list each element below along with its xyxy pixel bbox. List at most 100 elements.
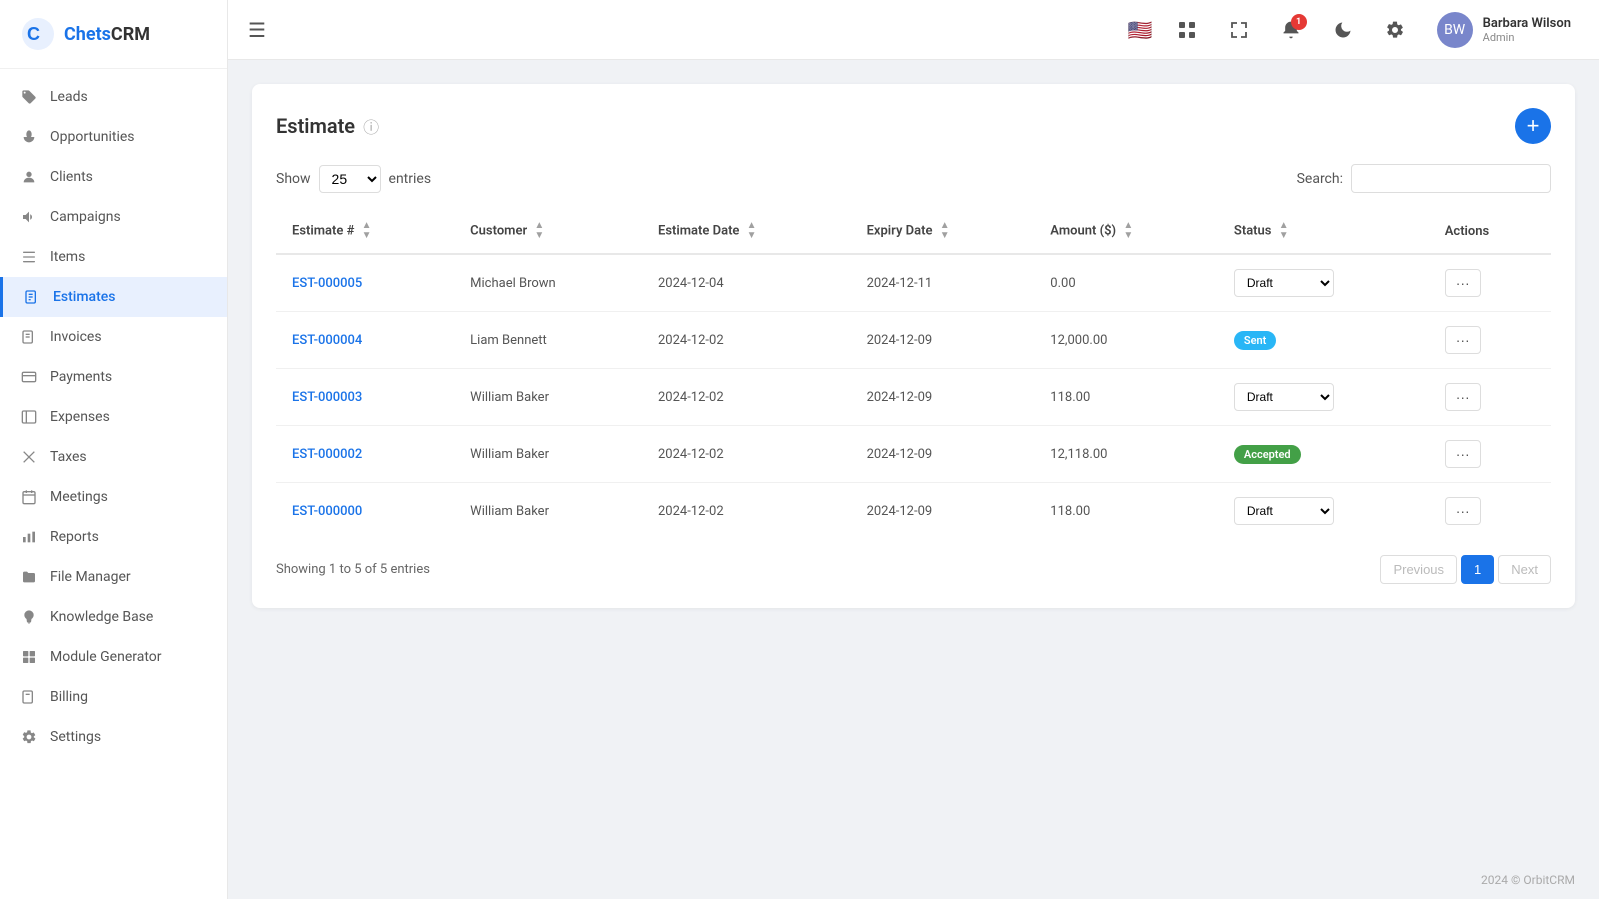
fullscreen-icon[interactable]	[1221, 12, 1257, 48]
sidebar-item-settings[interactable]: Settings	[0, 717, 227, 757]
expiry-date-cell: 2024-12-09	[851, 369, 1035, 426]
settings-icon[interactable]	[1377, 12, 1413, 48]
sidebar-item-reports[interactable]: Reports	[0, 517, 227, 557]
table-controls: Show 102550100 entries Search:	[276, 164, 1551, 193]
page-1-button[interactable]: 1	[1461, 555, 1494, 584]
person-icon	[20, 168, 38, 186]
expenses-icon	[20, 408, 38, 426]
entries-select[interactable]: 102550100	[319, 165, 381, 193]
language-flag[interactable]: 🇺🇸	[1128, 18, 1153, 42]
sidebar-item-billing[interactable]: Billing	[0, 677, 227, 717]
amount-cell: 12,000.00	[1034, 312, 1218, 369]
col-estimate_num[interactable]: Estimate # ▲▼	[276, 209, 454, 254]
col-customer[interactable]: Customer ▲▼	[454, 209, 642, 254]
sidebar-item-label: Leads	[50, 89, 88, 105]
footer: 2024 © OrbitCRM	[228, 861, 1599, 899]
col-expiry_date[interactable]: Expiry Date ▲▼	[851, 209, 1035, 254]
main-area: ☰ 🇺🇸 1 BW Barbara Wilson	[228, 0, 1599, 899]
hamburger-menu[interactable]: ☰	[248, 18, 266, 42]
sidebar-item-label: Reports	[50, 529, 99, 545]
page-header: Estimate ⓘ +	[276, 108, 1551, 144]
table-row: EST-000002William Baker2024-12-022024-12…	[276, 426, 1551, 483]
action-button[interactable]: ···	[1445, 326, 1481, 354]
customer-cell: William Baker	[454, 483, 642, 540]
sidebar-item-knowledge-base[interactable]: Knowledge Base	[0, 597, 227, 637]
status-cell[interactable]: DraftSentAccepted	[1218, 254, 1429, 312]
sidebar-item-label: Expenses	[50, 409, 110, 425]
add-estimate-button[interactable]: +	[1515, 108, 1551, 144]
status-cell: Accepted	[1218, 426, 1429, 483]
estimate-link[interactable]: EST-000004	[292, 333, 362, 348]
action-button[interactable]: ···	[1445, 440, 1481, 468]
status-cell[interactable]: DraftSentAccepted	[1218, 369, 1429, 426]
col-status[interactable]: Status ▲▼	[1218, 209, 1429, 254]
info-icon[interactable]: ⓘ	[363, 114, 379, 138]
status-cell[interactable]: DraftSentAccepted	[1218, 483, 1429, 540]
sidebar-item-payments[interactable]: Payments	[0, 357, 227, 397]
sidebar-item-label: Opportunities	[50, 129, 135, 145]
estimate-link[interactable]: EST-000000	[292, 504, 362, 519]
apps-icon[interactable]	[1169, 12, 1205, 48]
expiry-date-cell: 2024-12-11	[851, 254, 1035, 312]
table-header: Estimate # ▲▼Customer ▲▼Estimate Date ▲▼…	[276, 209, 1551, 254]
customer-cell: Liam Bennett	[454, 312, 642, 369]
status-select[interactable]: DraftSentAccepted	[1234, 497, 1334, 525]
sidebar-item-module-generator[interactable]: Module Generator	[0, 637, 227, 677]
sidebar-item-estimates[interactable]: Estimates	[0, 277, 227, 317]
tag-icon	[20, 88, 38, 106]
estimates-table: Estimate # ▲▼Customer ▲▼Estimate Date ▲▼…	[276, 209, 1551, 539]
pagination-row: Showing 1 to 5 of 5 entries Previous 1 N…	[276, 555, 1551, 584]
col-amount[interactable]: Amount ($) ▲▼	[1034, 209, 1218, 254]
sort-icon: ▲▼	[940, 221, 950, 241]
sidebar-item-label: File Manager	[50, 569, 131, 585]
action-button[interactable]: ···	[1445, 497, 1481, 525]
status-select[interactable]: DraftSentAccepted	[1234, 269, 1334, 297]
invoices-icon	[20, 328, 38, 346]
logo[interactable]: C ChetsCRM	[0, 0, 227, 69]
status-badge: Sent	[1234, 331, 1276, 350]
estimate-link[interactable]: EST-000003	[292, 390, 362, 405]
sidebar-item-label: Knowledge Base	[50, 609, 153, 625]
taxes-icon	[20, 448, 38, 466]
search-area: Search:	[1297, 164, 1551, 193]
actions-cell: ···	[1429, 312, 1551, 369]
estimate-link[interactable]: EST-000005	[292, 276, 362, 291]
meetings-icon	[20, 488, 38, 506]
sidebar-item-invoices[interactable]: Invoices	[0, 317, 227, 357]
previous-button[interactable]: Previous	[1380, 555, 1457, 584]
sidebar-item-campaigns[interactable]: Campaigns	[0, 197, 227, 237]
sidebar-item-leads[interactable]: Leads	[0, 77, 227, 117]
sidebar-item-taxes[interactable]: Taxes	[0, 437, 227, 477]
sidebar-item-expenses[interactable]: Expenses	[0, 397, 227, 437]
sidebar-item-label: Module Generator	[50, 649, 162, 665]
sidebar-item-file-manager[interactable]: File Manager	[0, 557, 227, 597]
actions-cell: ···	[1429, 426, 1551, 483]
svg-text:C: C	[27, 24, 40, 44]
sidebar-item-items[interactable]: Items	[0, 237, 227, 277]
search-input[interactable]	[1351, 164, 1551, 193]
action-button[interactable]: ···	[1445, 269, 1481, 297]
status-select[interactable]: DraftSentAccepted	[1234, 383, 1334, 411]
actions-cell: ···	[1429, 254, 1551, 312]
status-cell: Sent	[1218, 312, 1429, 369]
sidebar-item-meetings[interactable]: Meetings	[0, 477, 227, 517]
sidebar-item-label: Payments	[50, 369, 112, 385]
user-profile[interactable]: BW Barbara Wilson Admin	[1429, 8, 1579, 52]
estimate-link[interactable]: EST-000002	[292, 447, 362, 462]
estimate-date-cell: 2024-12-02	[642, 312, 851, 369]
sidebar: C ChetsCRM Leads Opportunities Clients C…	[0, 0, 228, 899]
col-estimate_date[interactable]: Estimate Date ▲▼	[642, 209, 851, 254]
sidebar-item-clients[interactable]: Clients	[0, 157, 227, 197]
action-button[interactable]: ···	[1445, 383, 1481, 411]
show-entries: Show 102550100 entries	[276, 165, 431, 193]
sidebar-item-label: Clients	[50, 169, 93, 185]
notifications-icon[interactable]: 1	[1273, 12, 1309, 48]
expiry-date-cell: 2024-12-09	[851, 426, 1035, 483]
estimates-icon	[23, 288, 41, 306]
next-button[interactable]: Next	[1498, 555, 1551, 584]
col-actions: Actions	[1429, 209, 1551, 254]
table-body: EST-000005Michael Brown2024-12-042024-12…	[276, 254, 1551, 539]
dark-mode-icon[interactable]	[1325, 12, 1361, 48]
sidebar-item-opportunities[interactable]: Opportunities	[0, 117, 227, 157]
campaigns-icon	[20, 208, 38, 226]
